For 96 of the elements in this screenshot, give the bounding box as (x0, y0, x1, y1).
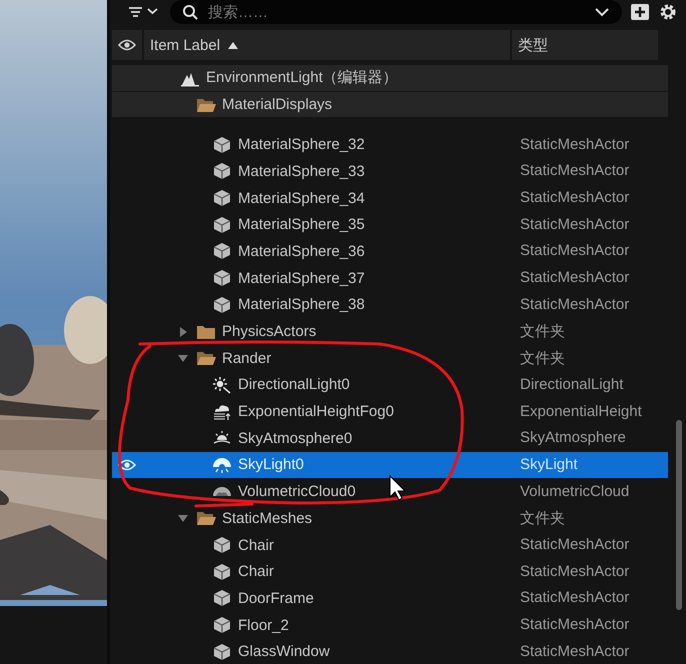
outliner-row[interactable]: StaticMeshes 文件夹 (112, 505, 668, 532)
hand-drawn-stroke (194, 502, 254, 508)
outliner-row[interactable]: MaterialSphere_37 StaticMeshActor (112, 264, 668, 292)
cube-icon (212, 296, 232, 314)
outliner-row[interactable]: Floor_2 StaticMeshActor (112, 612, 668, 638)
item-label: Floor_2 (238, 616, 289, 634)
item-type: StaticMeshActor (520, 269, 630, 286)
eye-icon[interactable] (118, 39, 136, 51)
outliner-row[interactable]: GlassWindow StaticMeshActor (112, 638, 668, 664)
item-label: MaterialSphere_34 (238, 190, 365, 207)
item-type: StaticMeshActor (520, 242, 630, 260)
sun-icon (212, 376, 232, 394)
item-type: StaticMeshActor (520, 642, 630, 660)
outliner-row[interactable]: PhysicsActors 文件夹 (112, 318, 668, 345)
item-type: ExponentialHeight (520, 402, 642, 420)
add-button[interactable] (630, 3, 650, 21)
collapsed-arrow-icon[interactable] (178, 326, 188, 337)
item-label: StaticMeshes (222, 510, 312, 527)
cube-icon (212, 642, 232, 661)
item-type: VolumetricCloud (520, 482, 630, 500)
item-label: PhysicsActors (222, 323, 316, 340)
outliner-row[interactable]: SkyAtmosphere0 SkyAtmosphere (112, 424, 668, 452)
item-label: MaterialSphere_36 (238, 242, 365, 260)
cube-icon (212, 589, 232, 608)
outliner-row[interactable]: MaterialSphere_34 StaticMeshActor (112, 184, 668, 212)
outliner-row[interactable]: VolumetricCloud0 VolumetricCloud (112, 478, 668, 505)
item-type: StaticMeshActor (520, 616, 630, 634)
search-icon (182, 4, 198, 20)
folder-icon (196, 509, 216, 528)
cube-icon (212, 162, 232, 180)
outliner-row[interactable]: DirectionalLight0 DirectionalLight (112, 372, 668, 398)
item-label: GlassWindow (238, 643, 330, 660)
item-type: 文件夹 (520, 323, 565, 340)
cube-icon (212, 562, 232, 581)
cube-icon (212, 189, 232, 208)
settings-icon[interactable] (658, 2, 678, 22)
item-type: StaticMeshActor (520, 589, 630, 606)
outliner-row[interactable]: MaterialSphere_38 StaticMeshActor (112, 292, 668, 318)
outliner-row[interactable]: DoorFrame StaticMeshActor (112, 585, 668, 612)
dropdown-icon[interactable] (594, 7, 610, 17)
outliner-row[interactable]: MaterialSphere_33 StaticMeshActor (112, 158, 668, 185)
item-label: DirectionalLight0 (238, 376, 350, 394)
item-label: EnvironmentLight（编辑器） (206, 68, 398, 88)
outliner-row[interactable]: Chair StaticMeshActor (112, 558, 668, 586)
dome-icon (212, 456, 232, 474)
item-type: StaticMeshActor (520, 162, 630, 180)
outliner-row[interactable]: MaterialSphere_36 StaticMeshActor (112, 238, 668, 265)
item-type: StaticMeshActor (520, 216, 630, 233)
item-label: MaterialSphere_37 (238, 270, 365, 287)
outliner-row[interactable]: Rander 文件夹 (112, 344, 668, 372)
item-type: StaticMeshActor (520, 136, 630, 153)
item-type: DirectionalLight (520, 376, 624, 393)
outliner-row[interactable]: SkyLight0 SkyLight (112, 452, 668, 478)
item-type: SkyAtmosphere (520, 429, 626, 446)
item-label: Chair (238, 563, 274, 580)
item-label: Chair (238, 536, 274, 554)
item-label: DoorFrame (238, 590, 314, 607)
cube-icon (212, 136, 232, 154)
outliner-row[interactable]: Chair StaticMeshActor (112, 532, 668, 558)
search-field[interactable]: 搜索…… (206, 2, 586, 22)
item-type: 文件夹 (520, 510, 565, 527)
item-type: StaticMeshActor (520, 562, 630, 580)
search-bar[interactable]: 搜索…… (170, 0, 622, 24)
item-type: 文件夹 (520, 350, 565, 367)
item-type: StaticMeshActor (520, 536, 630, 554)
outliner-row[interactable]: MaterialSphere_35 StaticMeshActor (112, 211, 668, 238)
item-label: MaterialSphere_35 (238, 216, 365, 234)
cube-icon (212, 616, 232, 634)
item-label: SkyAtmosphere0 (238, 430, 352, 447)
outliner-row[interactable]: MaterialSphere_32 StaticMeshActor (112, 131, 668, 158)
outliner-row[interactable]: ExponentialHeightFog0 ExponentialHeight (112, 398, 668, 425)
cube-icon (212, 269, 232, 288)
item-label: MaterialSphere_38 (238, 296, 365, 314)
item-label: VolumetricCloud0 (238, 483, 356, 500)
cube-icon (212, 536, 232, 554)
column-header[interactable]: Item Label (144, 30, 510, 60)
cloud-icon (212, 402, 232, 421)
item-label: MaterialDisplays (222, 96, 332, 114)
item-label: MaterialSphere_32 (238, 136, 365, 154)
item-type: SkyLight (520, 456, 578, 473)
item-label: Rander (222, 350, 272, 367)
expanded-arrow-icon[interactable] (178, 353, 188, 364)
outliner-row[interactable]: EnvironmentLight（编辑器） (112, 65, 668, 92)
scrollbar[interactable] (676, 420, 682, 610)
outliner-row[interactable]: MaterialDisplays (112, 92, 668, 118)
column-header[interactable]: 类型 (512, 30, 658, 60)
expanded-arrow-icon[interactable] (178, 513, 188, 524)
item-type: StaticMeshActor (520, 189, 630, 206)
cube-icon (212, 216, 232, 234)
folder-icon (196, 349, 216, 368)
item-type: StaticMeshActor (520, 296, 630, 313)
item-label: ExponentialHeightFog0 (238, 403, 394, 420)
cube-icon (212, 242, 232, 260)
cursor-icon (390, 474, 406, 501)
item-label: SkyLight0 (238, 456, 304, 474)
item-label: MaterialSphere_33 (238, 162, 365, 180)
